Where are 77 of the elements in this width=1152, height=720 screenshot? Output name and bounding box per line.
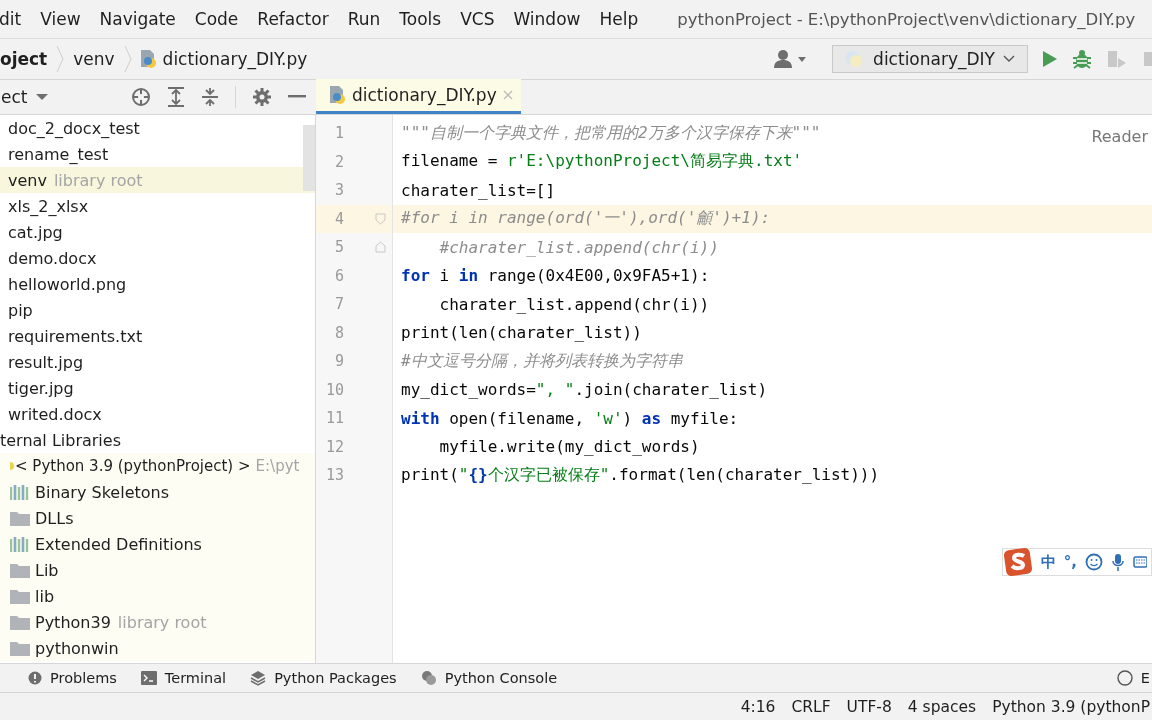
status-item[interactable]: 4 spaces [907, 697, 977, 716]
tree-item[interactable]: cat.jpg [8, 222, 63, 242]
tree-item[interactable]: < Python 3.9 (pythonProject) > [15, 457, 251, 475]
breadcrumb[interactable]: dictionary_DIY.py [156, 49, 314, 69]
code-line: print(len(charater_list)) [401, 323, 642, 343]
tree-item[interactable]: venv [8, 170, 47, 190]
tree-item[interactable]: DLLs [35, 508, 74, 528]
tree-item[interactable]: doc_2_docx_test [8, 118, 140, 138]
breadcrumb[interactable]: oject [0, 49, 54, 69]
menu-item[interactable]: Code [194, 9, 239, 29]
tool-window-tab[interactable]: Problems [28, 670, 117, 686]
code-line: for i in range(0x4E00,0x9FA5+1): [401, 266, 710, 286]
line-number: 8 [333, 323, 344, 342]
tree-item-hint: library root [117, 612, 207, 632]
line-number: 10 [324, 380, 344, 399]
code-line: charater_list=[] [401, 180, 556, 200]
project-view-dropdown[interactable]: ect [1, 87, 50, 107]
event-log-tab[interactable]: E [1116, 670, 1150, 686]
tree-item[interactable]: tiger.jpg [8, 378, 74, 398]
code-line: filename = r'E:\pythonProject\简易字典.txt' [401, 151, 803, 173]
tree-item[interactable]: lib [35, 586, 55, 606]
code-line: #中文逗号分隔，并将列表转换为字符串 [401, 350, 683, 372]
tree-item[interactable]: ternal Libraries [0, 430, 121, 450]
code-line: my_dict_words=", ".join(charater_list) [401, 380, 768, 400]
reader-mode-link[interactable]: Reader [1091, 127, 1148, 146]
tree-item[interactable]: pip [8, 300, 33, 320]
line-number: 4 [333, 209, 344, 228]
tree-item[interactable]: rename_test [8, 144, 109, 164]
ime-punctuation[interactable]: °, [1063, 553, 1077, 571]
code-line: with open(filename, 'w') as myfile: [401, 408, 739, 428]
tree-item[interactable]: xls_2_xlsx [8, 196, 89, 216]
tree-item[interactable]: writed.docx [8, 404, 102, 424]
tool-window-tab[interactable]: Python Packages [250, 670, 397, 686]
tree-item[interactable]: helloworld.png [8, 274, 127, 294]
menu-item[interactable]: Tools [399, 9, 442, 29]
tree-item[interactable]: Python39 [35, 612, 111, 632]
line-number: 12 [324, 437, 344, 456]
menu-item[interactable]: Run [347, 9, 381, 29]
tree-item[interactable]: requirements.txt [8, 326, 143, 346]
menu-item[interactable]: Help [599, 9, 639, 29]
run-config-dropdown[interactable]: dictionary_DIY [832, 45, 1028, 73]
menu-item[interactable]: Window [513, 9, 581, 29]
code-line: charater_list.append(chr(i)) [438, 294, 710, 314]
line-number: 6 [333, 266, 344, 285]
line-number: 2 [333, 152, 344, 171]
line-number: 13 [324, 466, 344, 485]
line-number: 3 [333, 181, 344, 200]
status-item[interactable]: Python 3.9 (pythonP [992, 697, 1150, 716]
status-item[interactable]: UTF-8 [846, 697, 892, 716]
tree-item[interactable]: demo.docx [8, 248, 97, 268]
line-number: 1 [333, 124, 344, 143]
code-line: #charater_list.append(chr(i)) [438, 237, 719, 257]
menu-item[interactable]: VCS [460, 9, 495, 29]
status-item[interactable]: CRLF [791, 697, 831, 716]
tool-window-tab[interactable]: Terminal [140, 670, 227, 686]
menu-item[interactable]: View [40, 9, 81, 29]
code-line: myfile.write(my_dict_words) [438, 437, 700, 457]
tree-item-hint: library root [53, 170, 143, 190]
line-number: 9 [333, 352, 344, 371]
window-title: pythonProject - E:\pythonProject\venv\dictionary_DIY.py [677, 9, 1136, 29]
line-number: 11 [324, 409, 344, 428]
tree-item[interactable]: Lib [35, 560, 59, 580]
editor-tab[interactable]: dictionary_DIY.py [316, 79, 521, 114]
line-number: 7 [333, 295, 344, 314]
line-number: 5 [333, 238, 344, 257]
code-line: #for i in range(ord('一'),ord('龥')+1): [401, 208, 771, 230]
menu-item[interactable]: dit [0, 9, 22, 29]
code-line: print("{}个汉字已被保存".format(len(charater_list))) [401, 464, 880, 486]
code-line: """自制一个字典文件，把常用的2万多个汉字保存下来""" [401, 122, 821, 144]
menu-item[interactable]: Refactor [257, 9, 329, 29]
status-item[interactable]: 4:16 [740, 697, 776, 716]
tree-item-hint: E:\pyt [255, 457, 300, 475]
breadcrumb[interactable]: venv [67, 49, 121, 69]
ime-mode[interactable]: 中 [1040, 552, 1056, 572]
tool-window-tab[interactable]: Python Console [420, 670, 558, 686]
tree-item[interactable]: result.jpg [8, 352, 84, 372]
menu-item[interactable]: Navigate [99, 9, 176, 29]
